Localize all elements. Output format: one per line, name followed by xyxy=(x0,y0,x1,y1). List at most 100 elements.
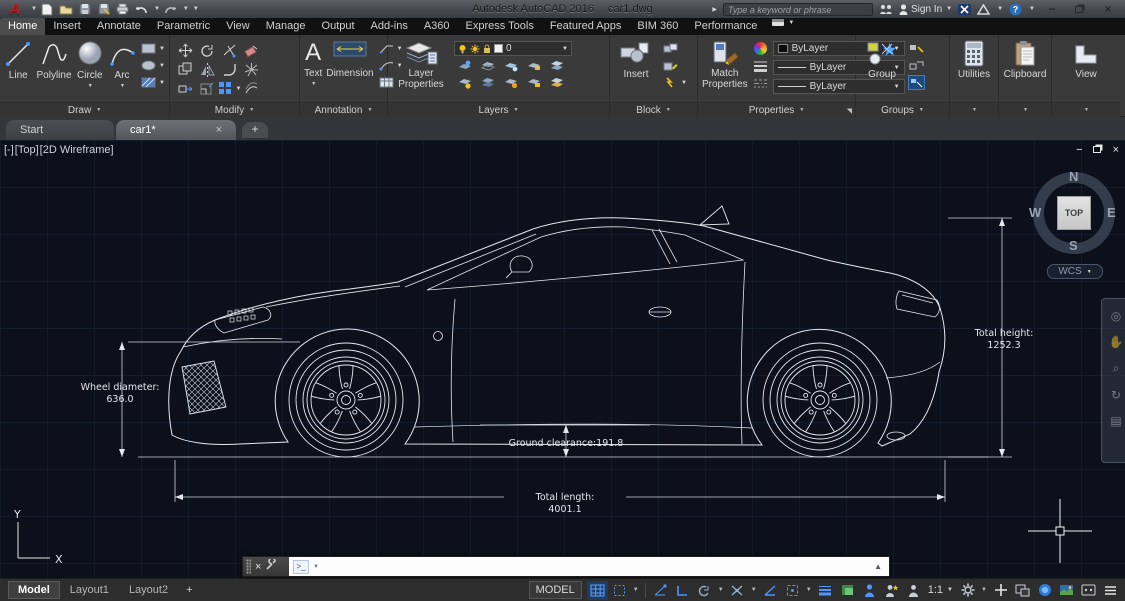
redo-icon[interactable] xyxy=(163,2,179,16)
snap-caret-icon[interactable]: ▼ xyxy=(631,581,641,600)
ribbon-display-icon[interactable] xyxy=(771,14,785,32)
a360-icon[interactable] xyxy=(977,4,990,15)
ribbon-tab[interactable]: Add-ins xyxy=(363,18,416,35)
transparency-icon[interactable] xyxy=(837,581,858,600)
annotation-panel-label[interactable]: Annotation▼ xyxy=(300,102,387,117)
create-block-icon[interactable] xyxy=(662,41,679,56)
viewport-style-control[interactable]: [2D Wireframe] xyxy=(40,144,114,156)
trim-icon[interactable] xyxy=(221,43,238,58)
new-layout-button[interactable]: + xyxy=(178,582,200,598)
ribbon-tab[interactable]: A360 xyxy=(416,18,458,35)
recent-commands-caret-icon[interactable]: ▼ xyxy=(313,564,319,570)
polar-tracking-icon[interactable] xyxy=(650,581,671,600)
search-expand-icon[interactable]: ▶ xyxy=(712,6,717,13)
match-properties-tool[interactable]: Match Properties xyxy=(702,38,748,90)
groups-panel-label[interactable]: Groups▼ xyxy=(856,102,949,117)
command-input[interactable] xyxy=(322,559,871,574)
attributes-caret-icon[interactable]: ▼ xyxy=(681,80,687,86)
quick-properties-icon[interactable] xyxy=(1012,581,1033,600)
viewcube[interactable]: N S W E TOP xyxy=(1033,172,1115,254)
autodesk-exchange-icon[interactable] xyxy=(958,4,971,15)
rectangle-caret-icon[interactable]: ▼ xyxy=(159,46,165,52)
3dosnap-caret-icon[interactable]: ▼ xyxy=(804,581,814,600)
ribbon-tab[interactable]: Home xyxy=(0,18,45,35)
minimize-window-button[interactable]: − xyxy=(1041,2,1063,16)
block-panel-label[interactable]: Block▼ xyxy=(610,102,697,117)
view-tool[interactable]: View xyxy=(1066,38,1106,80)
layer-properties-tool[interactable]: Layer Properties xyxy=(392,38,450,90)
text-tool[interactable]: A Text▼ xyxy=(304,38,322,87)
ribbon-tab[interactable]: Annotate xyxy=(89,18,149,35)
layer-off-icon[interactable] xyxy=(456,58,473,73)
edit-attributes-icon[interactable] xyxy=(662,58,679,73)
command-line-grip[interactable] xyxy=(246,559,251,574)
layer-walk-icon[interactable] xyxy=(479,75,496,90)
annotation-scale-value[interactable]: 1:1▼ xyxy=(925,584,956,596)
viewport-close-button[interactable]: × xyxy=(1113,144,1119,156)
array-caret-icon[interactable]: ▼ xyxy=(236,86,242,92)
ellipse-icon[interactable] xyxy=(140,58,157,73)
new-file-icon[interactable] xyxy=(39,2,55,16)
autoscale-icon[interactable] xyxy=(881,581,902,600)
ribbon-tab[interactable]: Performance xyxy=(686,18,765,35)
layout-tab[interactable]: Layout2 xyxy=(119,581,178,599)
erase-icon[interactable] xyxy=(243,43,260,58)
command-line-close-icon[interactable]: × xyxy=(255,561,261,573)
a360-caret-icon[interactable]: ▼ xyxy=(997,6,1003,12)
view-panel-label[interactable]: ▼ xyxy=(1052,102,1120,117)
layer-thaw-all-icon[interactable] xyxy=(502,75,519,90)
layer-state-icon[interactable] xyxy=(548,75,565,90)
drawing-canvas[interactable]: Wheel diameter: 636.0 Total height: 1252… xyxy=(0,140,1125,578)
pan-icon[interactable]: ✋ xyxy=(1109,335,1124,349)
command-line-customize-icon[interactable] xyxy=(265,559,277,574)
file-tab-close-icon[interactable]: × xyxy=(216,124,222,136)
ribbon-tab[interactable]: Parametric xyxy=(149,18,218,35)
ribbon-tab[interactable]: Manage xyxy=(258,18,314,35)
save-as-icon[interactable] xyxy=(96,2,112,16)
viewcube-south[interactable]: S xyxy=(1069,238,1078,253)
annotation-scale-icon[interactable] xyxy=(903,581,924,600)
line-tool[interactable]: Line xyxy=(4,38,33,81)
otrack-caret-icon[interactable]: ▼ xyxy=(749,581,759,600)
restore-window-button[interactable] xyxy=(1069,2,1091,16)
array-icon[interactable] xyxy=(217,81,234,96)
hatch-icon[interactable] xyxy=(140,75,157,90)
ribbon-tab[interactable]: BIM 360 xyxy=(629,18,686,35)
command-prompt-icon[interactable]: >_ xyxy=(293,560,309,574)
ellipse-caret-icon[interactable]: ▼ xyxy=(159,63,165,69)
layers-panel-label[interactable]: Layers▼ xyxy=(388,102,609,117)
viewport-minimize-button[interactable]: − xyxy=(1076,144,1082,156)
zoom-icon[interactable]: ⌕ xyxy=(1113,361,1120,376)
dimension-tool[interactable]: Dimension xyxy=(326,38,373,79)
showmotion-icon[interactable]: ▤ xyxy=(1110,414,1121,428)
command-line[interactable]: × >_ ▼ ▲ xyxy=(242,556,890,577)
stretch-icon[interactable] xyxy=(177,81,194,96)
3d-object-snap-icon[interactable] xyxy=(782,581,803,600)
ribbon-tab[interactable]: Output xyxy=(314,18,363,35)
ribbon-tab[interactable]: View xyxy=(218,18,258,35)
viewcube-west[interactable]: W xyxy=(1029,205,1041,220)
lineweight-setting-icon[interactable] xyxy=(752,58,769,73)
autocad-logo-icon[interactable]: A xyxy=(0,0,30,18)
search-input[interactable]: Type a keyword or phrase xyxy=(723,3,873,16)
layer-freeze-icon[interactable] xyxy=(502,58,519,73)
qat-menu-caret-icon[interactable]: ▼ xyxy=(193,6,199,12)
ribbon-tab[interactable]: Featured Apps xyxy=(542,18,630,35)
layout-tab[interactable]: Layout1 xyxy=(60,581,119,599)
object-snap-tracking-icon[interactable] xyxy=(727,581,748,600)
polyline-tool[interactable]: Polyline xyxy=(37,38,72,81)
viewport-menu-control[interactable]: [-] xyxy=(4,144,14,156)
ortho-mode-icon[interactable] xyxy=(672,581,693,600)
ribbon-tab[interactable]: Express Tools xyxy=(458,18,542,35)
snap-mode-icon[interactable] xyxy=(609,581,630,600)
navigation-bar[interactable]: ◎ ✋ ⌕ ↻ ▤ xyxy=(1101,298,1125,463)
layer-select-dropdown[interactable]: 0 ▼ xyxy=(454,41,572,56)
insert-tool[interactable]: Insert xyxy=(614,38,658,80)
offset-icon[interactable] xyxy=(243,81,260,96)
viewcube-east[interactable]: E xyxy=(1107,205,1116,220)
viewcube-top-face[interactable]: TOP xyxy=(1057,196,1091,230)
layer-lock-tool-icon[interactable] xyxy=(525,58,542,73)
ribbon-tab[interactable]: Insert xyxy=(45,18,89,35)
draw-panel-label[interactable]: Draw▼ xyxy=(0,102,169,117)
command-history-up-icon[interactable]: ▲ xyxy=(874,562,885,571)
